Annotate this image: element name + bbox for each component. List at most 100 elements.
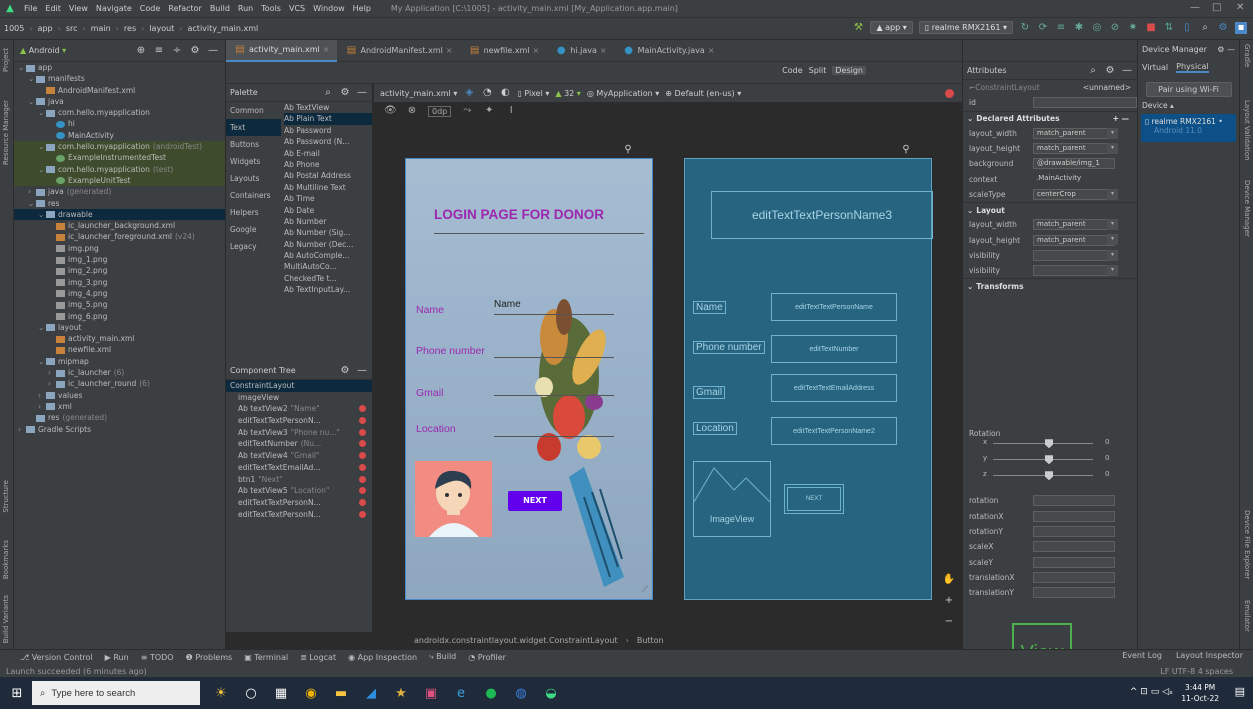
component-tree-item[interactable]: editTextTextPersonN...	[226, 497, 372, 509]
error-icon[interactable]	[359, 440, 366, 448]
menu-item-view[interactable]: View	[69, 4, 88, 13]
palette-item[interactable]: Ab Time	[284, 193, 372, 204]
rotation-x-slider[interactable]	[993, 439, 1093, 449]
search-icon[interactable]: ⌕	[1199, 22, 1211, 34]
project-tool-tab[interactable]: Project	[2, 48, 10, 72]
pan-icon[interactable]: ✋	[940, 574, 958, 585]
hide-icon[interactable]: —	[356, 365, 368, 377]
project-tree-item[interactable]: ⌄ mipmap	[14, 356, 225, 367]
expand-toggle-icon[interactable]: ⌄	[38, 141, 46, 152]
project-tree-item[interactable]: ⌄ drawable	[14, 208, 225, 221]
tool-profiler[interactable]: ◔ Profiler	[468, 653, 506, 662]
design-surface-icon[interactable]: ◈	[463, 87, 475, 99]
hide-icon[interactable]: —	[356, 87, 368, 99]
expand-toggle-icon[interactable]: ⌄	[38, 209, 46, 220]
build-variants-tab[interactable]: Build Variants	[2, 595, 10, 643]
breadcrumb-item[interactable]: Button	[637, 636, 664, 645]
blueprint-phone-label[interactable]: Phone number	[693, 341, 765, 354]
bookmarks-tab[interactable]: Bookmarks	[2, 540, 10, 579]
dropdown-icon[interactable]: ▾	[1107, 264, 1118, 276]
error-icon[interactable]	[359, 498, 366, 506]
tab-close-icon[interactable]: ×	[600, 46, 607, 55]
project-tree-item[interactable]: MainActivity	[14, 130, 225, 141]
blueprint-edit-name3[interactable]: editTextTextPersonName3	[711, 191, 933, 239]
structure-tab[interactable]: Structure	[2, 480, 10, 513]
palette-category[interactable]: Text	[226, 119, 281, 136]
view-options-icon[interactable]: 👁	[384, 105, 397, 117]
gear-icon[interactable]: ⚙ —	[1217, 45, 1235, 54]
menu-item-help[interactable]: Help	[353, 4, 371, 13]
notification-icon[interactable]: ▤	[1235, 685, 1245, 698]
blueprint-name-label[interactable]: Name	[693, 301, 726, 314]
palette-item[interactable]: Ab Number	[284, 216, 372, 227]
breadcrumb-item[interactable]: main	[91, 24, 111, 33]
attribute-value[interactable]: centerCrop	[1033, 188, 1115, 200]
project-tree-item[interactable]: newfile.xml	[14, 344, 225, 355]
windows-start-icon[interactable]: ⊞	[4, 680, 30, 706]
project-tree-item[interactable]: › ic_launcher (6)	[14, 367, 225, 378]
menu-item-edit[interactable]: Edit	[45, 4, 61, 13]
breadcrumb-item[interactable]: 1005	[4, 24, 24, 33]
autoconnect-icon[interactable]: ⊗	[406, 105, 418, 117]
signal-icon[interactable]: ◍	[508, 680, 534, 706]
night-mode-icon[interactable]: ◔	[481, 87, 493, 99]
maximize-icon[interactable]: □	[1212, 2, 1221, 13]
hammer-icon[interactable]: ⚒	[852, 22, 864, 34]
tab-activity_main-xml[interactable]: ▤ activity_main.xml ×	[226, 39, 338, 62]
palette-item[interactable]: MultiAutoCo...	[284, 261, 372, 272]
component-tree-item[interactable]: editTextTextPersonN...	[226, 509, 372, 521]
breadcrumb-item[interactable]: src	[66, 24, 78, 33]
palette-item[interactable]: Ab Postal Address	[284, 170, 372, 181]
device-column-header[interactable]: Device ▴	[1138, 101, 1239, 110]
blueprint-view[interactable]: editTextTextPersonName3 Name editTextTex…	[684, 158, 933, 600]
error-icon[interactable]	[359, 475, 366, 483]
breadcrumb-item[interactable]: androidx.constraintlayout.widget.Constra…	[414, 636, 618, 645]
tool-app-inspection[interactable]: ◉ App Inspection	[348, 653, 417, 662]
blueprint-gmail-label[interactable]: Gmail	[693, 386, 726, 399]
dropdown-icon[interactable]: ▾	[1107, 249, 1118, 261]
transform-value[interactable]	[1033, 541, 1115, 553]
layout-section[interactable]: ⌄ Layout	[963, 202, 1137, 218]
locale-select[interactable]: ⊕ Default (en-us) ▾	[665, 89, 741, 98]
refresh-icon[interactable]: ↻	[1019, 22, 1031, 34]
taskbar-search[interactable]: ⌕ Type here to search	[32, 681, 200, 705]
breadcrumb-item[interactable]: app	[38, 24, 53, 33]
menu-item-window[interactable]: Window	[313, 4, 345, 13]
spotify-icon[interactable]: ●	[478, 680, 504, 706]
project-tree-item[interactable]: hi	[14, 118, 225, 129]
palette-item[interactable]: Ab TextInputLay...	[284, 284, 372, 295]
menu-item-vcs[interactable]: VCS	[289, 4, 305, 13]
expand-toggle-icon[interactable]: ⌄	[38, 164, 46, 175]
error-icon[interactable]	[359, 417, 366, 425]
attribute-value[interactable]: match_parent	[1033, 234, 1115, 246]
palette-item[interactable]: CheckedTe t...	[284, 273, 372, 284]
error-icon[interactable]	[359, 405, 366, 413]
dropdown-icon[interactable]: ▾	[1107, 127, 1118, 139]
project-tree-item[interactable]: ⌄ app	[14, 62, 225, 73]
name-input[interactable]: Name	[494, 299, 521, 310]
pin-icon[interactable]: ⚲	[622, 144, 634, 156]
view-mode-code[interactable]: Code	[782, 66, 802, 75]
location-input[interactable]	[494, 436, 614, 437]
project-tree-item[interactable]: ⌄ res	[14, 198, 225, 209]
palette-category[interactable]: Widgets	[226, 153, 281, 170]
declared-attributes-section[interactable]: ⌄ Declared Attributes + —	[963, 110, 1137, 126]
error-icon[interactable]	[359, 428, 366, 436]
project-tree-item[interactable]: ExampleUnitTest	[14, 174, 225, 187]
blueprint-edit-email[interactable]: editTextTextEmailAddress	[771, 374, 897, 402]
project-tree-item[interactable]: img.png	[14, 243, 225, 254]
tab-close-icon[interactable]: ×	[708, 46, 715, 55]
blueprint-location-label[interactable]: Location	[693, 422, 737, 435]
tool-todo[interactable]: ≡ TODO	[141, 653, 174, 662]
device-manager-tab[interactable]: Device Manager	[1243, 180, 1251, 237]
gear-icon[interactable]: ⚙	[189, 45, 201, 57]
component-tree-item[interactable]: Ab textView2 "Name"	[226, 403, 372, 415]
blueprint-imageview[interactable]: ImageView	[693, 461, 771, 537]
palette-item[interactable]: Ab Password (N...	[284, 136, 372, 147]
device-tab-virtual[interactable]: Virtual	[1142, 63, 1168, 72]
rotation-z-slider[interactable]	[993, 471, 1093, 481]
tool-run[interactable]: ▶ Run	[105, 653, 129, 662]
project-tree-item[interactable]: AndroidManifest.xml	[14, 85, 225, 96]
project-tree-item[interactable]: ⌄ java	[14, 96, 225, 107]
zoom-in-icon[interactable]: +	[940, 595, 958, 606]
